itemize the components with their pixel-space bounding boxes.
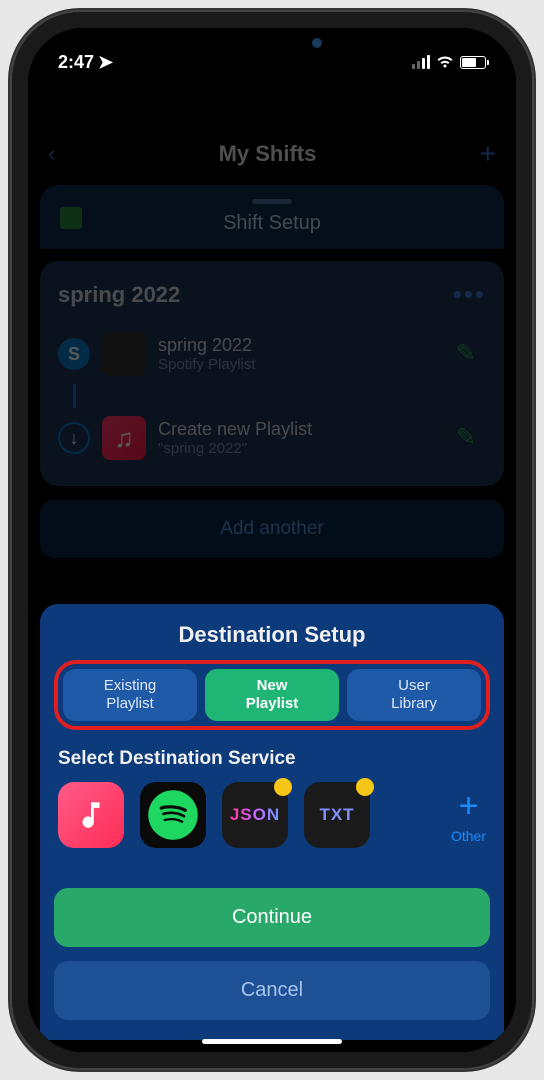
add-icon: +: [480, 138, 496, 170]
destination-sheet: Destination Setup Existing Playlist New …: [40, 604, 504, 1040]
cancel-button[interactable]: Cancel: [54, 961, 490, 1020]
edit-icon: ✎: [456, 423, 486, 453]
sheet-title: Shift Setup: [60, 212, 484, 235]
service-apple-music[interactable]: [58, 782, 124, 848]
step-source-icon: S: [58, 338, 90, 370]
card-title: spring 2022: [58, 282, 180, 308]
json-label: JSON: [230, 805, 280, 825]
cellular-signal-icon: [412, 55, 430, 69]
destination-type-segments: Existing Playlist New Playlist User Libr…: [54, 660, 490, 730]
more-icon: •••: [453, 279, 486, 310]
select-service-label: Select Destination Service: [54, 748, 490, 770]
service-spotify[interactable]: [140, 782, 206, 848]
wifi-icon: [436, 55, 454, 69]
spotify-icon: [146, 788, 200, 842]
segment-new-playlist[interactable]: New Playlist: [205, 669, 339, 721]
location-arrow-icon: ➤: [98, 52, 113, 73]
page-title: My Shifts: [55, 141, 479, 167]
dest-sub: "spring 2022": [158, 440, 444, 457]
segment-user-library[interactable]: User Library: [347, 669, 481, 721]
dest-row: ↓ ♫ Create new Playlist "spring 2022" ✎: [58, 408, 486, 468]
service-list: JSON TXT + Other: [54, 782, 490, 856]
step-dest-icon: ↓: [58, 422, 90, 454]
source-row: S spring 2022 Spotify Playlist ✎: [58, 324, 486, 384]
shift-card: spring 2022 ••• S spring 2022 Spotify Pl…: [40, 261, 504, 486]
destination-title: Destination Setup: [54, 622, 490, 648]
edit-icon: ✎: [456, 339, 486, 369]
status-time: 2:47: [58, 52, 94, 73]
music-note-icon: [74, 798, 108, 832]
service-other[interactable]: + Other: [451, 787, 486, 844]
phone-frame: 2:47 ➤ ‹ My Shifts + Shift: [10, 10, 534, 1070]
download-icon: [60, 207, 82, 229]
sheet-handle-icon: [252, 199, 292, 204]
service-json[interactable]: JSON: [222, 782, 288, 848]
background-content: ‹ My Shifts + Shift Setup spring 2022 ••…: [28, 78, 516, 558]
add-another-button: Add another: [40, 500, 504, 558]
service-txt[interactable]: TXT: [304, 782, 370, 848]
screen: 2:47 ➤ ‹ My Shifts + Shift: [28, 28, 516, 1052]
other-label: Other: [451, 828, 486, 844]
premium-badge-icon: [274, 778, 292, 796]
connector-line: [73, 384, 76, 408]
segment-existing-playlist[interactable]: Existing Playlist: [63, 669, 197, 721]
back-icon: ‹: [48, 141, 55, 167]
plus-icon: +: [459, 787, 479, 826]
home-indicator[interactable]: [202, 1039, 342, 1044]
continue-button[interactable]: Continue: [54, 888, 490, 947]
premium-badge-icon: [356, 778, 374, 796]
sheet-header: Shift Setup: [40, 185, 504, 249]
apple-music-thumb-icon: ♫: [102, 416, 146, 460]
notch: [172, 28, 372, 58]
dest-title: Create new Playlist: [158, 419, 444, 440]
playlist-thumb-icon: [102, 332, 146, 376]
battery-icon: [460, 56, 486, 69]
source-title: spring 2022: [158, 335, 444, 356]
txt-label: TXT: [319, 805, 354, 825]
source-sub: Spotify Playlist: [158, 356, 444, 373]
